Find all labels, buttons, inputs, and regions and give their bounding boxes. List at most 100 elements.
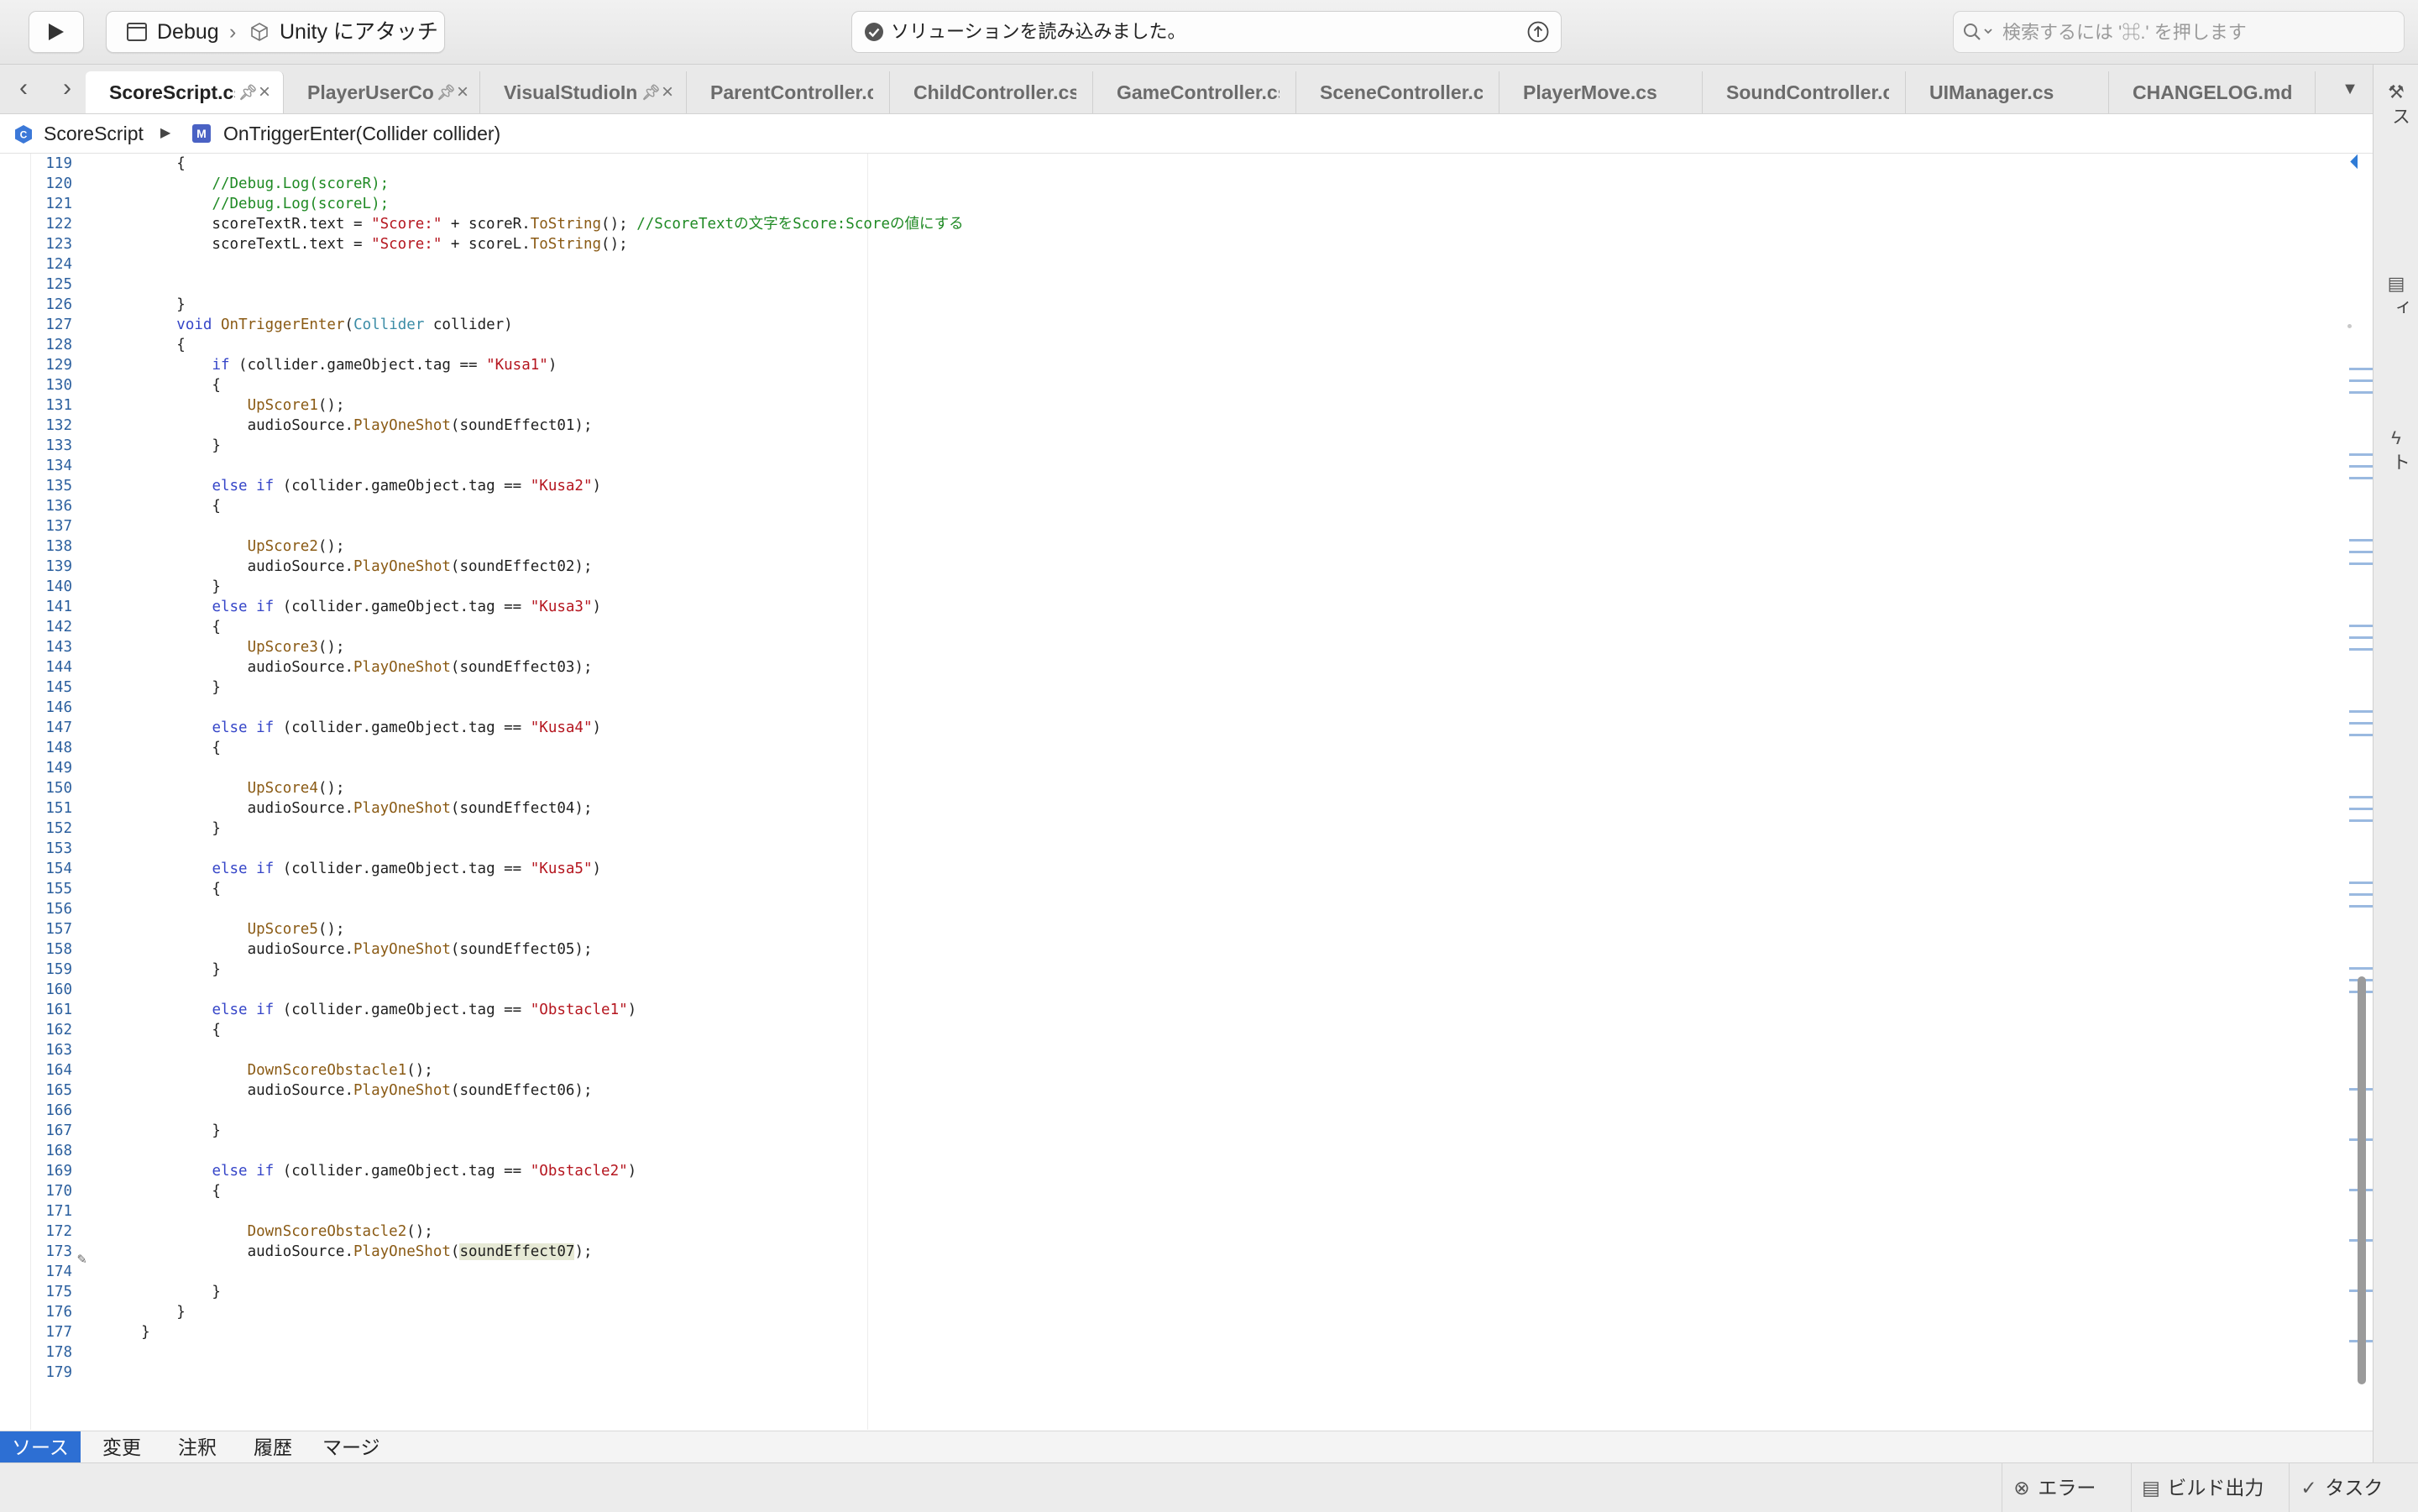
breadcrumb-method[interactable]: OnTriggerEnter(Collider collider)	[223, 114, 500, 153]
pin-icon[interactable]: 📌︎	[437, 71, 456, 113]
search-input[interactable]	[2001, 18, 2390, 47]
code-text: {	[106, 879, 221, 899]
line-number: 163	[45, 1042, 72, 1059]
code-token: )	[592, 599, 602, 615]
tab-visualstudiointegration[interactable]: VisualStudioIntegration.cs 📌︎ ×	[480, 71, 687, 113]
tab-label: SceneController.cs	[1320, 81, 1483, 103]
ruler-marker	[2349, 893, 2373, 896]
line-number: 125	[45, 276, 72, 293]
tab-annotate[interactable]: 注釈	[166, 1431, 228, 1463]
tab-history[interactable]: 履歴	[242, 1431, 304, 1463]
line-number: 158	[45, 941, 72, 958]
run-button[interactable]	[29, 11, 84, 53]
line-number: 133	[45, 437, 72, 454]
column-guide	[867, 154, 868, 1430]
tab-changelog[interactable]: CHANGELOG.md	[2109, 71, 2316, 113]
breadcrumb-class[interactable]: ScoreScript	[44, 114, 144, 153]
close-icon[interactable]: ×	[457, 71, 468, 113]
tab-playerusercontroller[interactable]: PlayerUserController.cs 📌︎ ×	[284, 71, 480, 113]
code-text: else if (collider.gameObject.tag == "Kus…	[106, 859, 601, 879]
code-text: UpScore5();	[106, 919, 345, 939]
build-output-pad-button[interactable]: ▤ ビルド出力	[2131, 1463, 2264, 1512]
code-token: + scoreL.	[442, 236, 531, 253]
code-text: audioSource.PlayOneShot(soundEffect01);	[106, 416, 593, 436]
code-token: PlayOneShot	[353, 558, 451, 575]
code-token: PlayOneShot	[353, 941, 451, 958]
side-pad-toolbox[interactable]: ⚒ ツールボックス	[2374, 81, 2418, 126]
code-token: ToString	[530, 236, 602, 253]
code-token: (collider.gameObject.tag ==	[274, 478, 531, 494]
vertical-scrollbar[interactable]	[2358, 976, 2366, 1384]
search-field[interactable]	[1953, 11, 2405, 53]
line-number: 148	[45, 740, 72, 756]
tab-source[interactable]: ソース	[0, 1431, 81, 1463]
code-token: {	[106, 881, 221, 897]
tab-scorescript[interactable]: ScoreScript.cs 📌︎ ×	[86, 71, 284, 113]
errors-pad-button[interactable]: ⊗ エラー	[2002, 1463, 2096, 1512]
close-icon[interactable]: ×	[259, 71, 270, 113]
line-number: 140	[45, 578, 72, 595]
code-token: "Obstacle2"	[530, 1163, 628, 1180]
tab-scenecontroller[interactable]: SceneController.cs	[1296, 71, 1499, 113]
build-output-label: ビルド出力	[2167, 1477, 2264, 1499]
code-token: "Kusa2"	[530, 478, 593, 494]
code-token: "Score:"	[371, 236, 442, 253]
back-arrow-icon[interactable]: ‹	[2, 65, 45, 113]
tab-uimanager[interactable]: UIManager.cs	[1906, 71, 2109, 113]
line-number: 137	[45, 518, 72, 535]
line-number: 153	[45, 840, 72, 857]
tasks-pad-button[interactable]: ✓ タスク	[2289, 1463, 2383, 1512]
side-pad-tests[interactable]: ϟ テスト	[2374, 427, 2418, 472]
code-token: (soundEffect03);	[450, 659, 593, 676]
tab-playermove[interactable]: PlayerMove.cs	[1499, 71, 1703, 113]
code-text: DownScoreObstacle2();	[106, 1222, 433, 1242]
code-token: collider)	[424, 317, 513, 333]
ruler-marker	[2349, 551, 2373, 553]
code-token: ();	[317, 538, 345, 555]
tab-parentcontroller[interactable]: ParentController.cs	[687, 71, 890, 113]
code-text: }	[106, 1121, 221, 1141]
line-number: 160	[45, 981, 72, 998]
code-token: UpScore3	[247, 639, 318, 656]
code-token: {	[106, 740, 221, 756]
run-configuration-selector[interactable]: Debug › Unity にアタッチ	[106, 11, 445, 53]
code-text: {	[106, 496, 221, 516]
tab-childcontroller[interactable]: ChildController.cs	[890, 71, 1093, 113]
code-token: + scoreR.	[442, 216, 531, 233]
ruler-marker	[2349, 625, 2373, 627]
tab-label: PlayerMove.cs	[1523, 81, 1657, 103]
line-number: 156	[45, 901, 72, 918]
tab-merge[interactable]: マージ	[311, 1431, 392, 1463]
side-pad-properties[interactable]: ▤ プロパティ	[2374, 273, 2418, 317]
arrow-up-circle-icon[interactable]	[1527, 21, 1549, 43]
code-token: "Score:"	[371, 216, 442, 233]
pin-icon[interactable]: 📌︎	[641, 71, 661, 113]
tab-changes[interactable]: 変更	[91, 1431, 153, 1463]
configuration-label: Debug	[157, 20, 219, 44]
code-token: audioSource.	[106, 941, 354, 958]
output-icon: ▤	[2142, 1477, 2160, 1499]
code-token: UpScore4	[247, 780, 318, 797]
close-icon[interactable]: ×	[662, 71, 673, 113]
checkmark-icon: ✓	[2300, 1477, 2317, 1499]
code-token: PlayOneShot	[353, 659, 451, 676]
tab-overflow-dropdown-icon[interactable]: ▼	[2331, 65, 2369, 113]
code-token: "Obstacle1"	[530, 1002, 628, 1018]
code-text: //Debug.Log(scoreR);	[106, 174, 389, 194]
code-token: PlayOneShot	[353, 800, 451, 817]
code-token: else if	[212, 478, 275, 494]
code-editor[interactable]: ✎ 119 {120 //Debug.Log(scoreR); 121 //Deb…	[0, 154, 2358, 1430]
tab-gamecontroller[interactable]: GameController.cs	[1093, 71, 1296, 113]
line-number: 152	[45, 820, 72, 837]
code-token: Collider	[353, 317, 425, 333]
tab-label: UIManager.cs	[1929, 81, 2054, 103]
forward-arrow-icon[interactable]: ›	[45, 65, 89, 113]
code-token: scoreTextL.text =	[106, 236, 372, 253]
pin-icon[interactable]: 📌︎	[238, 71, 258, 113]
code-token: PlayOneShot	[353, 1082, 451, 1099]
tab-soundcontroller[interactable]: SoundController.cs	[1703, 71, 1906, 113]
